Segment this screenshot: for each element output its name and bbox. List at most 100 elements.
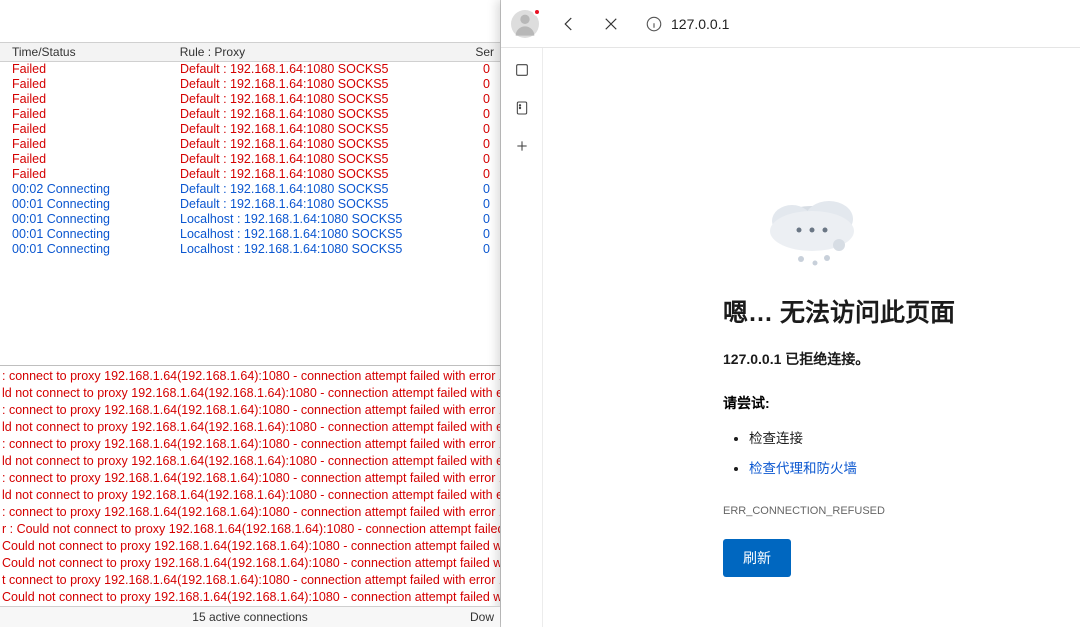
cell-status: Failed xyxy=(0,62,180,77)
log-line: : connect to proxy 192.168.1.64(192.168.… xyxy=(0,470,500,487)
error-code: ERR_CONNECTION_REFUSED xyxy=(723,505,885,517)
browser-toolbar: 127.0.0.1 xyxy=(501,0,1080,48)
cell-ser: 0 xyxy=(476,107,500,122)
cell-ser: 0 xyxy=(476,122,500,137)
cell-status: Failed xyxy=(0,92,180,107)
cell-ser: 0 xyxy=(476,77,500,92)
log-line: Could not connect to proxy 192.168.1.64(… xyxy=(0,538,500,555)
cell-rule: Default : 192.168.1.64:1080 SOCKS5 xyxy=(180,107,476,122)
error-page: 嗯… 无法访问此页面 127.0.0.1 已拒绝连接。 请尝试: 检查连接 检查… xyxy=(543,48,1080,627)
cell-rule: Default : 192.168.1.64:1080 SOCKS5 xyxy=(180,92,476,107)
new-tab-button[interactable] xyxy=(508,132,536,160)
notification-dot-icon xyxy=(533,8,541,16)
log-line: ld not connect to proxy 192.168.1.64(192… xyxy=(0,385,500,402)
connection-row[interactable]: FailedDefault : 192.168.1.64:1080 SOCKS5… xyxy=(0,137,500,152)
log-line: Could not connect to proxy 192.168.1.64(… xyxy=(0,589,500,606)
error-subtitle: 127.0.0.1 已拒绝连接。 xyxy=(723,349,869,369)
log-line: : connect to proxy 192.168.1.64(192.168.… xyxy=(0,436,500,453)
log-line: Could not connect to proxy 192.168.1.64(… xyxy=(0,555,500,572)
cell-rule: Default : 192.168.1.64:1080 SOCKS5 xyxy=(180,197,476,212)
cell-rule: Default : 192.168.1.64:1080 SOCKS5 xyxy=(180,122,476,137)
cell-status: Failed xyxy=(0,122,180,137)
cell-ser: 0 xyxy=(476,197,500,212)
status-bar: 15 active connections Dow xyxy=(0,606,500,627)
log-line: t connect to proxy 192.168.1.64(192.168.… xyxy=(0,572,500,589)
cell-ser: 0 xyxy=(476,227,500,242)
cell-status: Failed xyxy=(0,77,180,92)
log-line: ld not connect to proxy 192.168.1.64(192… xyxy=(0,453,500,470)
cell-status: 00:01 Connecting xyxy=(0,197,180,212)
connection-row[interactable]: FailedDefault : 192.168.1.64:1080 SOCKS5… xyxy=(0,77,500,92)
cloud-sad-icon xyxy=(757,183,867,273)
log-line: r : Could not connect to proxy 192.168.1… xyxy=(0,521,500,538)
cell-status: 00:01 Connecting xyxy=(0,227,180,242)
cell-rule: Default : 192.168.1.64:1080 SOCKS5 xyxy=(180,167,476,182)
connection-grid[interactable]: FailedDefault : 192.168.1.64:1080 SOCKS5… xyxy=(0,62,500,257)
cell-status: 00:02 Connecting xyxy=(0,182,180,197)
cell-status: Failed xyxy=(0,167,180,182)
connection-row[interactable]: FailedDefault : 192.168.1.64:1080 SOCKS5… xyxy=(0,107,500,122)
address-text: 127.0.0.1 xyxy=(671,16,729,32)
col-header-ser[interactable]: Ser xyxy=(475,45,500,59)
tab-page-icon[interactable] xyxy=(508,94,536,122)
back-button[interactable] xyxy=(551,6,587,42)
log-line: : connect to proxy 192.168.1.64(192.168.… xyxy=(0,402,500,419)
status-active-connections: 15 active connections xyxy=(192,610,307,624)
log-line: ld not connect to proxy 192.168.1.64(192… xyxy=(0,419,500,436)
cell-ser: 0 xyxy=(476,182,500,197)
try-item-check-connection: 检查连接 xyxy=(749,427,857,447)
cell-status: 00:01 Connecting xyxy=(0,212,180,227)
connection-row[interactable]: 00:01 ConnectingLocalhost : 192.168.1.64… xyxy=(0,212,500,227)
grid-empty-space xyxy=(0,257,500,361)
cell-status: Failed xyxy=(0,137,180,152)
cell-rule: Localhost : 192.168.1.64:1080 SOCKS5 xyxy=(180,212,476,227)
connection-row[interactable]: FailedDefault : 192.168.1.64:1080 SOCKS5… xyxy=(0,92,500,107)
cell-ser: 0 xyxy=(476,152,500,167)
vertical-tabs xyxy=(501,48,543,627)
log-line: ld not connect to proxy 192.168.1.64(192… xyxy=(0,487,500,504)
cell-rule: Default : 192.168.1.64:1080 SOCKS5 xyxy=(180,152,476,167)
cell-status: Failed xyxy=(0,152,180,167)
cell-rule: Default : 192.168.1.64:1080 SOCKS5 xyxy=(180,77,476,92)
stop-button[interactable] xyxy=(593,6,629,42)
connection-row[interactable]: 00:01 ConnectingDefault : 192.168.1.64:1… xyxy=(0,197,500,212)
cell-rule: Localhost : 192.168.1.64:1080 SOCKS5 xyxy=(180,227,476,242)
error-title: 嗯… 无法访问此页面 xyxy=(723,293,955,329)
cell-ser: 0 xyxy=(476,212,500,227)
try-label: 请尝试: xyxy=(723,393,770,413)
connection-row[interactable]: FailedDefault : 192.168.1.64:1080 SOCKS5… xyxy=(0,167,500,182)
browser-window: 127.0.0.1 xyxy=(501,0,1080,627)
status-right: Dow xyxy=(470,610,494,624)
address-bar[interactable]: 127.0.0.1 xyxy=(635,7,1070,41)
cell-ser: 0 xyxy=(476,62,500,77)
cell-status: 00:01 Connecting xyxy=(0,242,180,257)
refresh-button[interactable]: 刷新 xyxy=(723,539,791,577)
log-line: : connect to proxy 192.168.1.64(192.168.… xyxy=(0,504,500,521)
log-line: : connect to proxy 192.168.1.64(192.168.… xyxy=(0,368,500,385)
col-header-time[interactable]: Time/Status xyxy=(0,45,180,59)
tab-square-icon[interactable] xyxy=(508,56,536,84)
cell-ser: 0 xyxy=(476,137,500,152)
cell-rule: Localhost : 192.168.1.64:1080 SOCKS5 xyxy=(180,242,476,257)
cell-ser: 0 xyxy=(476,167,500,182)
cell-rule: Default : 192.168.1.64:1080 SOCKS5 xyxy=(180,137,476,152)
col-header-rule[interactable]: Rule : Proxy xyxy=(180,45,476,59)
cell-ser: 0 xyxy=(476,242,500,257)
connection-row[interactable]: FailedDefault : 192.168.1.64:1080 SOCKS5… xyxy=(0,62,500,77)
profile-avatar[interactable] xyxy=(511,10,539,38)
connection-row[interactable]: 00:01 ConnectingLocalhost : 192.168.1.64… xyxy=(0,242,500,257)
cell-rule: Default : 192.168.1.64:1080 SOCKS5 xyxy=(180,182,476,197)
connection-row[interactable]: FailedDefault : 192.168.1.64:1080 SOCKS5… xyxy=(0,152,500,167)
cell-rule: Default : 192.168.1.64:1080 SOCKS5 xyxy=(180,62,476,77)
proxy-app-panel: Time/Status Rule : Proxy Ser FailedDefau… xyxy=(0,0,501,627)
connection-row[interactable]: FailedDefault : 192.168.1.64:1080 SOCKS5… xyxy=(0,122,500,137)
cell-ser: 0 xyxy=(476,92,500,107)
try-item-check-proxy-link[interactable]: 检查代理和防火墙 xyxy=(749,461,857,476)
grid-header: Time/Status Rule : Proxy Ser xyxy=(0,42,500,62)
log-pane[interactable]: : connect to proxy 192.168.1.64(192.168.… xyxy=(0,366,500,606)
connection-row[interactable]: 00:02 ConnectingDefault : 192.168.1.64:1… xyxy=(0,182,500,197)
left-top-spacer xyxy=(0,0,500,42)
connection-row[interactable]: 00:01 ConnectingLocalhost : 192.168.1.64… xyxy=(0,227,500,242)
site-info-icon[interactable] xyxy=(643,13,665,35)
cell-status: Failed xyxy=(0,107,180,122)
